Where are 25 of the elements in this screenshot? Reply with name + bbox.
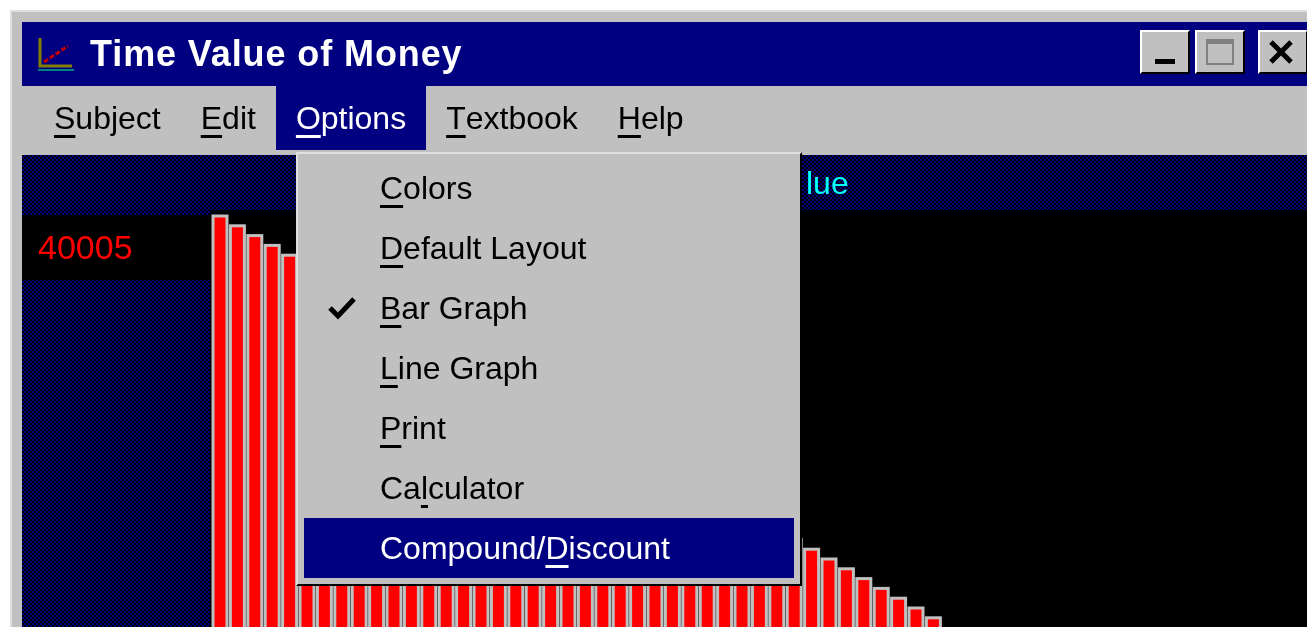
bar <box>820 557 838 627</box>
minimize-button[interactable] <box>1140 30 1190 74</box>
window-title: Time Value of Money <box>90 32 463 76</box>
menu-item[interactable]: Edit <box>180 86 276 150</box>
menu-item[interactable]: Subject <box>34 86 181 150</box>
menu-item[interactable]: Textbook <box>426 86 598 150</box>
bar <box>855 577 873 627</box>
close-icon <box>1268 40 1294 64</box>
menu-option[interactable]: Compound/Discount <box>304 518 794 578</box>
menu-option[interactable]: Bar Graph <box>304 278 794 338</box>
menu-option[interactable]: Line Graph <box>304 338 794 398</box>
bar <box>837 567 855 627</box>
axis-value: 40005 <box>38 227 133 268</box>
menu-option[interactable]: Print <box>304 398 794 458</box>
menu-option[interactable]: Colors <box>304 158 794 218</box>
close-button[interactable] <box>1258 30 1307 74</box>
maximize-button[interactable] <box>1195 30 1245 74</box>
menu-item[interactable]: Help <box>597 86 704 150</box>
menu-option[interactable]: Default Layout <box>304 218 794 278</box>
chart-icon <box>36 36 76 72</box>
checkmark-icon <box>328 296 356 320</box>
menu-item[interactable]: Options <box>275 86 427 150</box>
menu-option[interactable]: Calculator <box>304 458 794 518</box>
bar <box>872 586 890 627</box>
chart-title: lue <box>806 163 849 203</box>
